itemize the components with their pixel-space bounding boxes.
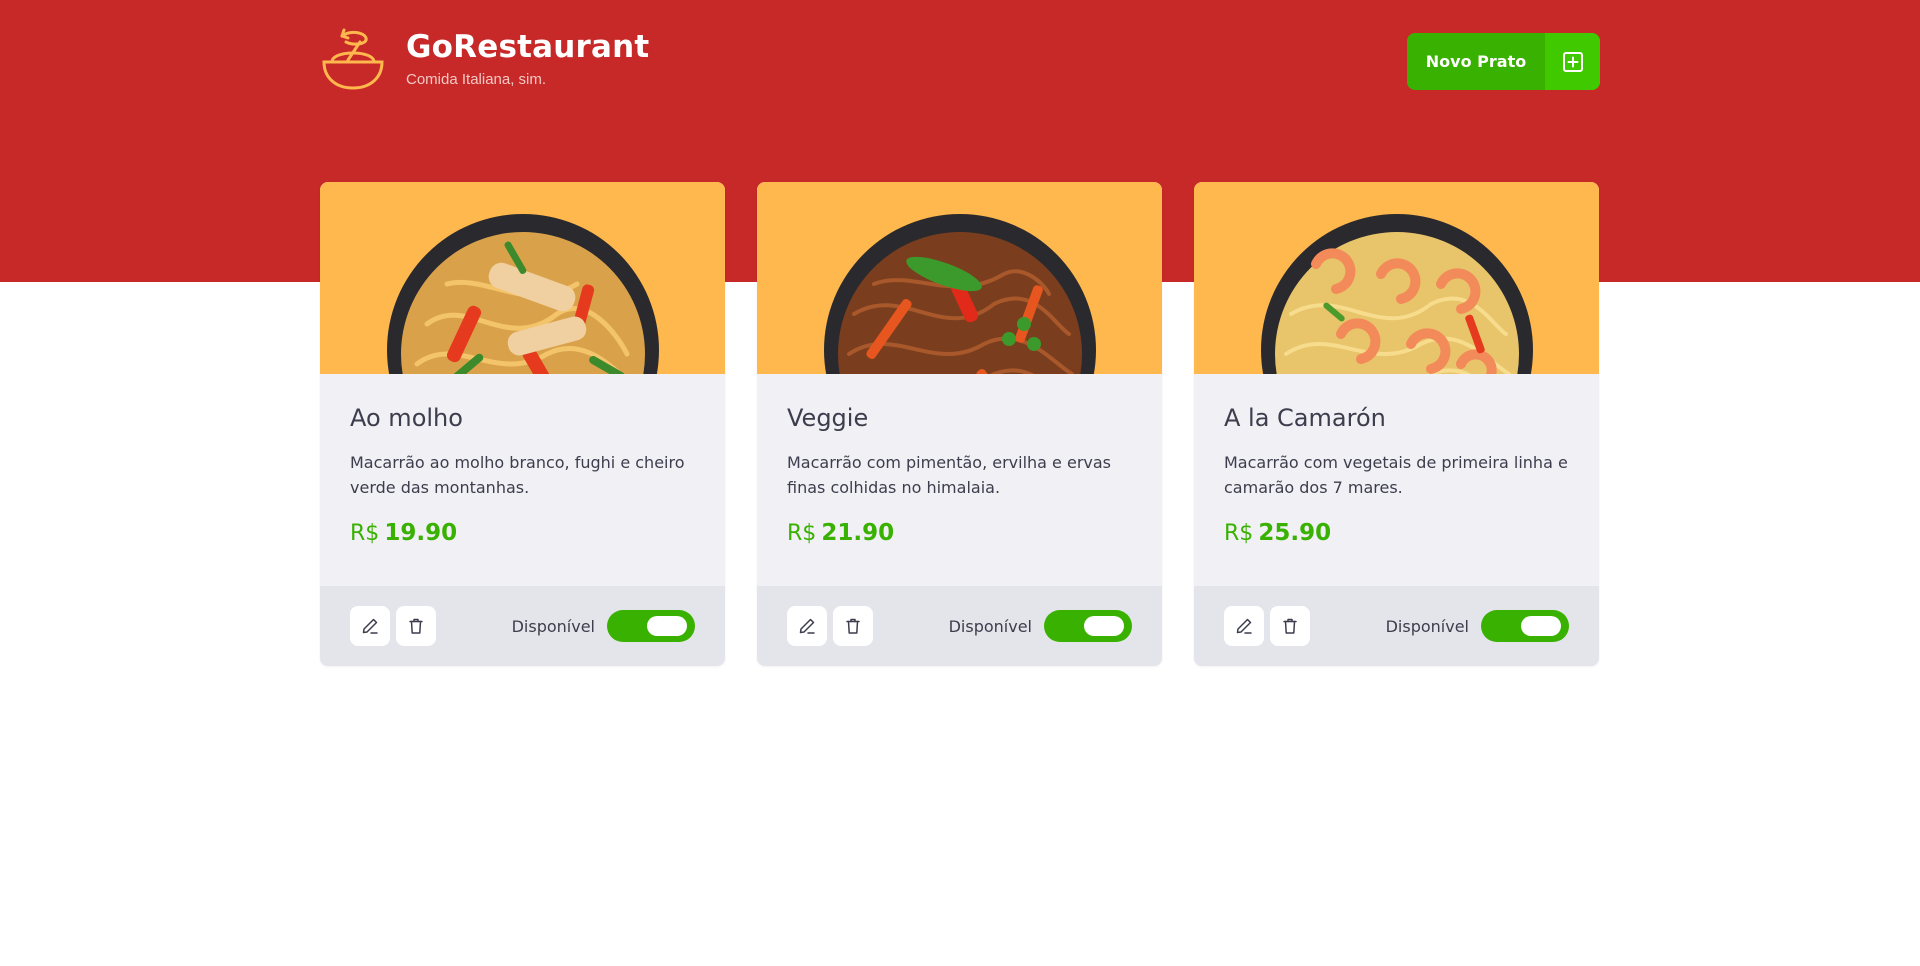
pasta-bowl-image — [387, 214, 659, 374]
toggle-knob — [1521, 616, 1561, 636]
edit-dish-button[interactable] — [350, 606, 390, 646]
pencil-icon — [1236, 618, 1252, 634]
availability-label: Disponível — [948, 616, 1032, 636]
dish-description: Macarrão ao molho branco, fughi e cheiro… — [350, 453, 685, 497]
new-dish-button[interactable]: Novo Prato — [1407, 33, 1600, 90]
app-title: GoRestaurant — [406, 29, 650, 65]
price-currency: R$ — [787, 521, 817, 546]
price-currency: R$ — [350, 521, 380, 546]
price-amount: 25.90 — [1258, 520, 1332, 546]
pencil-icon — [799, 618, 815, 634]
toggle-knob — [647, 616, 687, 636]
dish-card: A la Camarón Macarrão com vegetais de pr… — [1194, 182, 1599, 666]
dish-description: Macarrão com pimentão, ervilha e ervas f… — [787, 453, 1112, 497]
dish-price: R$ 19.90 — [350, 520, 695, 546]
price-amount: 19.90 — [384, 520, 458, 546]
brand: GoRestaurant Comida Italiana, sim. — [320, 28, 649, 94]
availability-toggle[interactable] — [1044, 610, 1132, 642]
dish-card: Ao molho Macarrão ao molho branco, fughi… — [320, 182, 725, 666]
app-subtitle: Comida Italiana, sim. — [406, 71, 547, 88]
trash-icon — [409, 618, 423, 634]
availability-toggle[interactable] — [607, 610, 695, 642]
dish-image — [320, 182, 725, 374]
bowl-logo-icon — [322, 28, 384, 90]
dish-name: Veggie — [787, 404, 869, 432]
delete-dish-button[interactable] — [1270, 606, 1310, 646]
price-currency: R$ — [1224, 521, 1254, 546]
new-dish-label: Novo Prato — [1425, 52, 1527, 71]
pasta-bowl-image — [1261, 214, 1533, 374]
availability-label: Disponível — [511, 616, 595, 636]
edit-dish-button[interactable] — [787, 606, 827, 646]
dish-name: Ao molho — [350, 404, 463, 432]
dish-price: R$ 25.90 — [1224, 520, 1569, 546]
dish-list: Ao molho Macarrão ao molho branco, fughi… — [320, 182, 1600, 666]
pasta-bowl-image — [824, 214, 1096, 374]
trash-icon — [1283, 618, 1297, 634]
dish-card: Veggie Macarrão com pimentão, ervilha e … — [757, 182, 1162, 666]
dish-image — [757, 182, 1162, 374]
price-amount: 21.90 — [821, 520, 895, 546]
delete-dish-button[interactable] — [396, 606, 436, 646]
pencil-icon — [362, 618, 378, 634]
availability-toggle[interactable] — [1481, 610, 1569, 642]
page-header: GoRestaurant Comida Italiana, sim. Novo … — [320, 28, 1600, 108]
trash-icon — [846, 618, 860, 634]
dish-card-footer: Disponível — [757, 586, 1162, 666]
toggle-knob — [1084, 616, 1124, 636]
dish-price: R$ 21.90 — [787, 520, 1132, 546]
dish-description: Macarrão com vegetais de primeira linha … — [1224, 453, 1568, 497]
delete-dish-button[interactable] — [833, 606, 873, 646]
dish-name: A la Camarón — [1224, 404, 1386, 432]
dish-card-footer: Disponível — [320, 586, 725, 666]
edit-dish-button[interactable] — [1224, 606, 1264, 646]
availability-label: Disponível — [1385, 616, 1469, 636]
plus-square-icon — [1545, 33, 1600, 90]
dish-image — [1194, 182, 1599, 374]
dish-card-footer: Disponível — [1194, 586, 1599, 666]
